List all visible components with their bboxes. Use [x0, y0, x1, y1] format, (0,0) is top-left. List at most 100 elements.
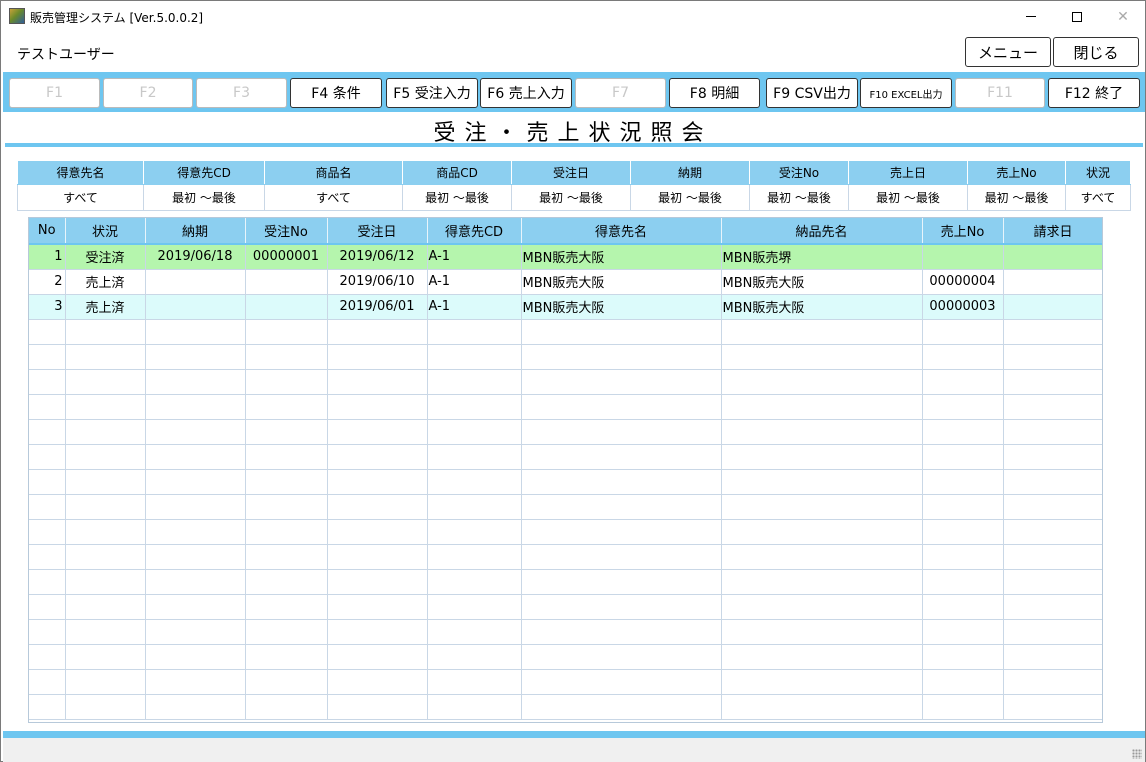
empty-cell — [245, 669, 328, 695]
empty-row[interactable] — [29, 444, 1102, 470]
empty-row[interactable] — [29, 544, 1102, 570]
empty-row[interactable] — [29, 694, 1102, 720]
column-header-customer-cd[interactable]: 得意先CD — [427, 218, 522, 245]
f7-button[interactable]: F7 — [575, 78, 666, 108]
window-title: 販売管理システム [Ver.5.0.0.2] — [30, 11, 204, 25]
empty-cell — [427, 394, 522, 420]
column-header-order-no[interactable]: 受注No — [245, 218, 328, 245]
empty-cell — [427, 669, 522, 695]
empty-cell — [145, 644, 246, 670]
f12-exit-button[interactable]: F12 終了 — [1048, 78, 1140, 108]
empty-row[interactable] — [29, 469, 1102, 495]
condition-header: 得意先CD — [143, 160, 265, 185]
function-key-bar: F1 F2 F3 F4 条件 F5 受注入力 F6 売上入力 F7 F8 明細 … — [3, 72, 1145, 112]
empty-cell — [29, 519, 66, 545]
empty-row[interactable] — [29, 569, 1102, 595]
f11-button[interactable]: F11 — [955, 78, 1045, 108]
empty-cell — [721, 344, 923, 370]
empty-row[interactable] — [29, 369, 1102, 395]
menu-button[interactable]: メニュー — [965, 37, 1051, 67]
empty-cell — [245, 419, 328, 445]
empty-row[interactable] — [29, 519, 1102, 545]
condition-header-row: 得意先名 得意先CD 商品名 商品CD 受注日 納期 受注No 売上日 売上No… — [17, 160, 1131, 185]
empty-cell — [29, 494, 66, 520]
cell-status: 売上済 — [65, 269, 146, 295]
empty-cell — [145, 569, 246, 595]
close-icon: ✕ — [1117, 8, 1129, 25]
table-row[interactable]: 2 売上済 2019/06/10 A-1 MBN販売大阪 MBN販売大阪 000… — [29, 269, 1102, 295]
empty-cell — [145, 394, 246, 420]
f2-button[interactable]: F2 — [103, 78, 193, 108]
condition-header: 売上No — [967, 160, 1066, 185]
empty-row[interactable] — [29, 344, 1102, 370]
f1-button[interactable]: F1 — [9, 78, 100, 108]
close-button[interactable]: 閉じる — [1053, 37, 1139, 67]
empty-row[interactable] — [29, 419, 1102, 445]
empty-cell — [245, 394, 328, 420]
empty-cell — [29, 444, 66, 470]
f6-sales-entry-button[interactable]: F6 売上入力 — [480, 78, 572, 108]
column-header-no[interactable]: No — [29, 218, 66, 245]
maximize-button[interactable] — [1054, 1, 1100, 32]
condition-value: 最初 ～最後 — [402, 184, 512, 211]
f8-detail-button[interactable]: F8 明細 — [669, 78, 760, 108]
empty-cell — [145, 344, 246, 370]
column-header-status[interactable]: 状況 — [65, 218, 146, 245]
empty-cell — [145, 694, 246, 720]
empty-row[interactable] — [29, 619, 1102, 645]
empty-row[interactable] — [29, 644, 1102, 670]
f10-excel-button[interactable]: F10 EXCEL出力 — [860, 78, 952, 108]
empty-cell — [327, 469, 428, 495]
column-header-due-date[interactable]: 納期 — [145, 218, 246, 245]
empty-cell — [721, 444, 923, 470]
empty-cell — [427, 619, 522, 645]
empty-cell — [1003, 419, 1102, 445]
column-header-order-date[interactable]: 受注日 — [327, 218, 428, 245]
table-row[interactable]: 3 売上済 2019/06/01 A-1 MBN販売大阪 MBN販売大阪 000… — [29, 294, 1102, 320]
empty-cell — [1003, 519, 1102, 545]
column-header-delivery-name[interactable]: 納品先名 — [721, 218, 923, 245]
empty-row[interactable] — [29, 669, 1102, 695]
cell-due-date: 2019/06/18 — [145, 244, 246, 270]
empty-cell — [721, 594, 923, 620]
column-header-customer-name[interactable]: 得意先名 — [521, 218, 722, 245]
empty-row[interactable] — [29, 594, 1102, 620]
title-bar[interactable]: 販売管理システム [Ver.5.0.0.2] ✕ — [1, 1, 1145, 32]
column-header-sales-no[interactable]: 売上No — [922, 218, 1004, 245]
resize-grip-icon[interactable] — [1132, 749, 1142, 759]
empty-cell — [245, 494, 328, 520]
empty-cell — [922, 594, 1004, 620]
empty-cell — [521, 594, 722, 620]
f4-condition-button[interactable]: F4 条件 — [290, 78, 382, 108]
empty-cell — [29, 544, 66, 570]
empty-cell — [245, 594, 328, 620]
empty-cell — [327, 544, 428, 570]
empty-cell — [145, 669, 246, 695]
cell-order-date: 2019/06/12 — [327, 244, 428, 270]
window-close-button[interactable]: ✕ — [1100, 1, 1146, 32]
empty-cell — [521, 494, 722, 520]
f3-button[interactable]: F3 — [196, 78, 287, 108]
table-row[interactable]: 1 受注済 2019/06/18 00000001 2019/06/12 A-1… — [29, 244, 1102, 270]
condition-value: すべて — [1065, 184, 1131, 211]
empty-cell — [1003, 669, 1102, 695]
condition-header: 得意先名 — [17, 160, 144, 185]
empty-cell — [65, 519, 146, 545]
column-header-invoice-date[interactable]: 請求日 — [1003, 218, 1102, 245]
empty-cell — [327, 369, 428, 395]
empty-row[interactable] — [29, 494, 1102, 520]
minimize-button[interactable] — [1008, 1, 1054, 32]
empty-cell — [145, 494, 246, 520]
empty-cell — [427, 494, 522, 520]
f9-csv-button[interactable]: F9 CSV出力 — [766, 78, 858, 108]
condition-value: 最初 ～最後 — [511, 184, 631, 211]
results-grid[interactable]: No 状況 納期 受注No 受注日 得意先CD 得意先名 納品先名 売上No 請… — [28, 217, 1103, 723]
cell-customer-name: MBN販売大阪 — [521, 294, 722, 320]
f5-order-entry-button[interactable]: F5 受注入力 — [386, 78, 478, 108]
empty-cell — [327, 419, 428, 445]
empty-row[interactable] — [29, 394, 1102, 420]
empty-row[interactable] — [29, 319, 1102, 345]
empty-cell — [327, 494, 428, 520]
cell-status: 受注済 — [65, 244, 146, 270]
empty-cell — [65, 419, 146, 445]
